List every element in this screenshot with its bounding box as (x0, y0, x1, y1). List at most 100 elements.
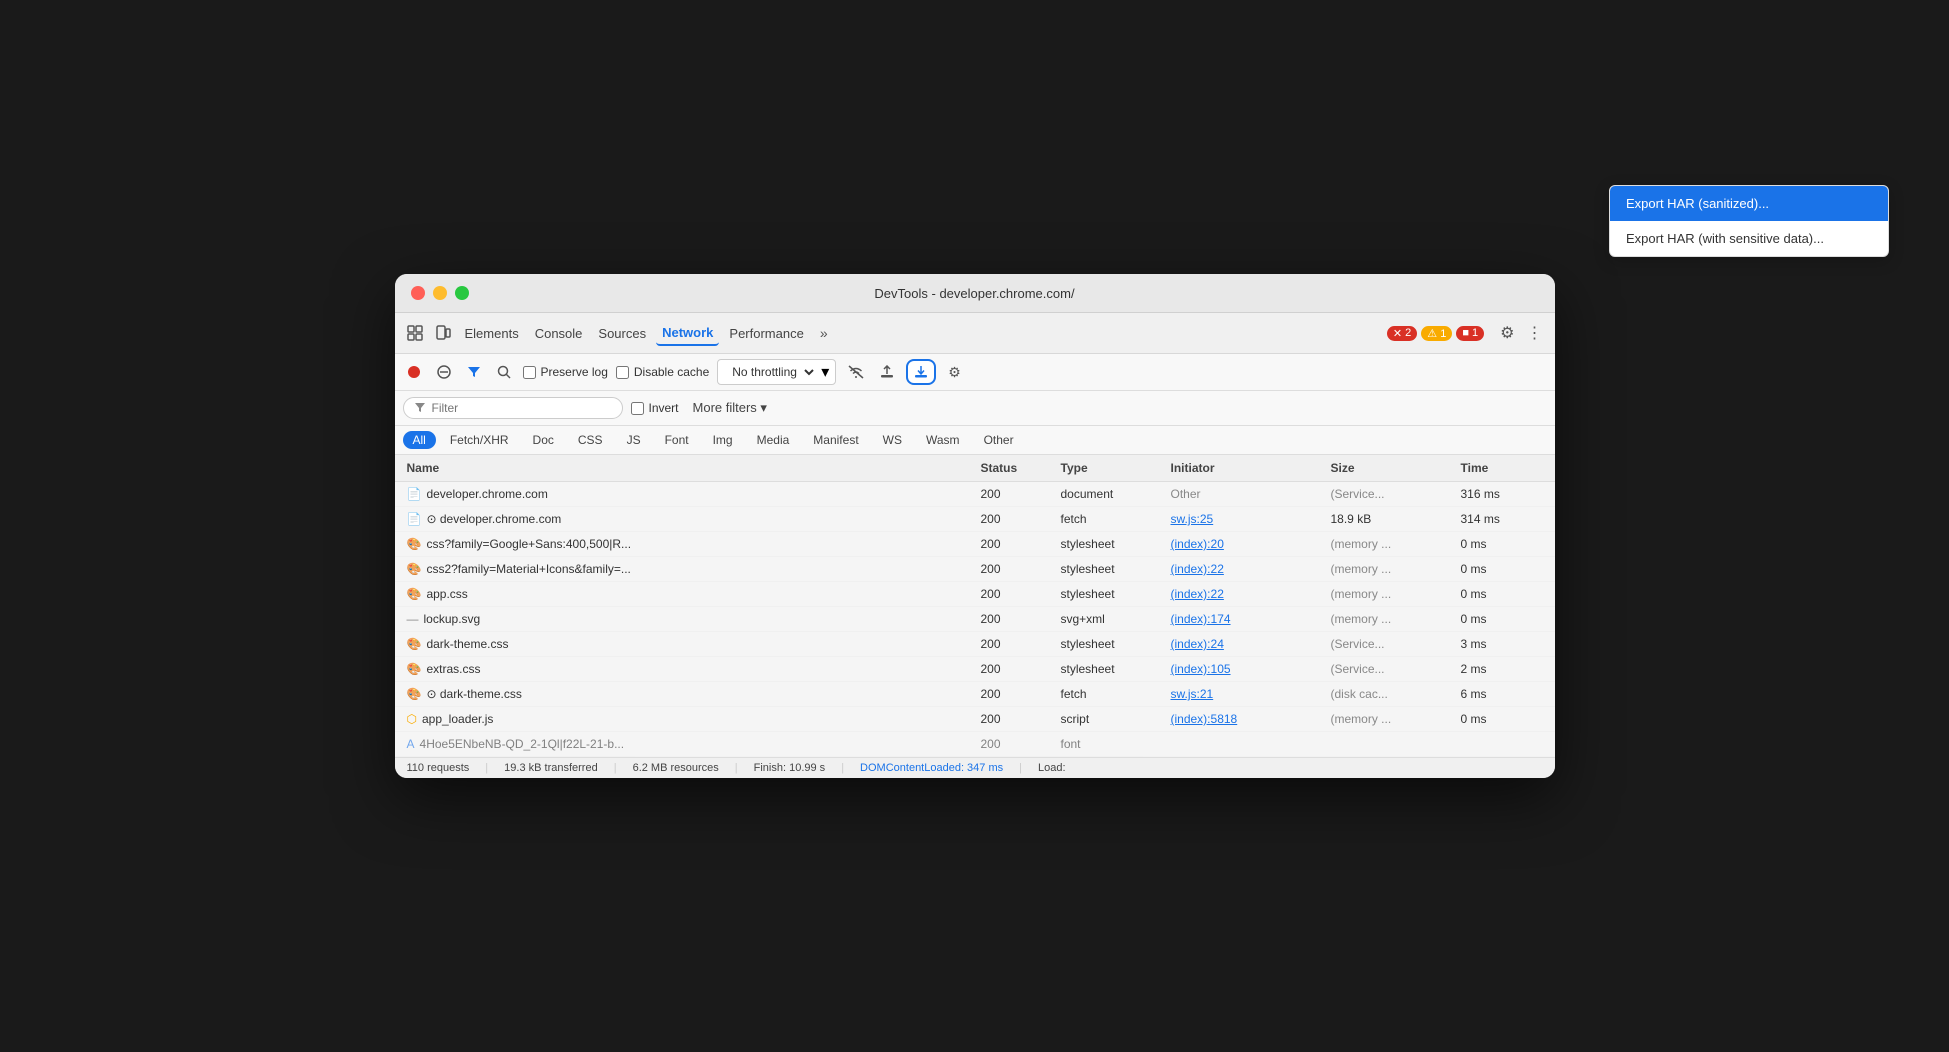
filter-icon (467, 365, 481, 379)
table-row[interactable]: A 4Hoe5ENbeNB-QD_2-1Ql|f22L-21-b... 200 … (395, 732, 1555, 757)
tab-console[interactable]: Console (529, 322, 589, 345)
sep1: | (485, 762, 488, 774)
invert-label[interactable]: Invert (631, 401, 679, 415)
filter-icon-btn[interactable] (463, 361, 485, 383)
cell-status: 200 (977, 660, 1057, 678)
more-options-btn[interactable]: ⋮ (1523, 319, 1547, 347)
cell-name: 🎨 css?family=Google+Sans:400,500|R... (403, 535, 977, 553)
pill-all[interactable]: All (403, 431, 436, 449)
warn-badge[interactable]: ⚠ 1 (1421, 326, 1452, 341)
header-size[interactable]: Size (1327, 459, 1457, 477)
table-row[interactable]: 🎨 css?family=Google+Sans:400,500|R... 20… (395, 532, 1555, 557)
cell-type: stylesheet (1057, 560, 1167, 578)
inspector-icon-btn[interactable] (403, 321, 427, 345)
tab-more[interactable]: » (814, 321, 834, 345)
invert-checkbox[interactable] (631, 402, 644, 415)
maximize-button[interactable] (455, 286, 469, 300)
cell-time: 0 ms (1457, 710, 1547, 728)
wifi-icon-btn[interactable] (844, 361, 868, 383)
pill-font[interactable]: Font (655, 431, 699, 449)
cell-size: (memory ... (1327, 560, 1457, 578)
close-button[interactable] (411, 286, 425, 300)
cell-status: 200 (977, 510, 1057, 528)
disable-cache-label[interactable]: Disable cache (616, 365, 709, 379)
tab-elements[interactable]: Elements (459, 322, 525, 345)
search-icon (497, 365, 511, 379)
filter-input[interactable] (432, 401, 592, 415)
table-row[interactable]: 🎨 ⊙ dark-theme.css 200 fetch sw.js:21 (d… (395, 682, 1555, 707)
sep2: | (614, 762, 617, 774)
cell-name: ⬡ app_loader.js (403, 710, 977, 728)
header-time[interactable]: Time (1457, 459, 1547, 477)
status-bar: 110 requests | 19.3 kB transferred | 6.2… (395, 757, 1555, 778)
table-row[interactable]: 📄 ⊙ developer.chrome.com 200 fetch sw.js… (395, 507, 1555, 532)
minimize-button[interactable] (433, 286, 447, 300)
header-type[interactable]: Type (1057, 459, 1167, 477)
tab-performance[interactable]: Performance (723, 322, 809, 345)
cell-initiator: (index):20 (1167, 535, 1327, 553)
badge-area: ✕ 2 ⚠ 1 ■ 1 (1387, 326, 1484, 341)
throttle-select[interactable]: No throttling (724, 362, 817, 382)
transferred-size: 19.3 kB transferred (504, 762, 598, 774)
pill-other[interactable]: Other (974, 431, 1024, 449)
cell-name: 🎨 app.css (403, 585, 977, 603)
more-filters-btn[interactable]: More filters ▾ (687, 396, 773, 420)
upload-icon-btn[interactable] (876, 361, 898, 383)
preserve-log-checkbox[interactable] (523, 366, 536, 379)
filter-input-wrapper (403, 397, 623, 419)
pill-manifest[interactable]: Manifest (803, 431, 868, 449)
error-badge[interactable]: ✕ 2 (1387, 326, 1417, 341)
tab-sources[interactable]: Sources (592, 322, 652, 345)
load-label: Load: (1038, 762, 1066, 774)
download-har-btn[interactable] (906, 359, 936, 385)
settings-icon-btn[interactable]: ⚙ (1496, 319, 1518, 347)
error-icon: ✕ (1393, 327, 1402, 340)
cell-initiator: sw.js:25 (1167, 510, 1327, 528)
traffic-lights (411, 286, 469, 300)
header-name[interactable]: Name (403, 459, 977, 477)
cell-status: 200 (977, 535, 1057, 553)
pill-fetch-xhr[interactable]: Fetch/XHR (440, 431, 519, 449)
tab-network[interactable]: Network (656, 321, 719, 346)
pill-media[interactable]: Media (747, 431, 800, 449)
pill-ws[interactable]: WS (873, 431, 912, 449)
disable-cache-checkbox[interactable] (616, 366, 629, 379)
table-row[interactable]: 🎨 extras.css 200 stylesheet (index):105 … (395, 657, 1555, 682)
table-row[interactable]: 🎨 dark-theme.css 200 stylesheet (index):… (395, 632, 1555, 657)
cell-initiator: (index):174 (1167, 610, 1327, 628)
resources-size: 6.2 MB resources (633, 762, 719, 774)
cell-status: 200 (977, 560, 1057, 578)
dom-loaded: DOMContentLoaded: 347 ms (860, 762, 1003, 774)
network-settings-btn[interactable]: ⚙ (944, 360, 965, 385)
table-row[interactable]: 🎨 app.css 200 stylesheet (index):22 (mem… (395, 582, 1555, 607)
info-badge[interactable]: ■ 1 (1456, 326, 1484, 341)
cell-size: (disk cac... (1327, 685, 1457, 703)
cell-time: 3 ms (1457, 635, 1547, 653)
pill-doc[interactable]: Doc (523, 431, 564, 449)
header-status[interactable]: Status (977, 459, 1057, 477)
throttle-wrapper: No throttling ▾ (717, 359, 836, 385)
cell-size (1327, 735, 1457, 753)
pill-js[interactable]: JS (617, 431, 651, 449)
pill-wasm[interactable]: Wasm (916, 431, 970, 449)
table-row[interactable]: ⬡ app_loader.js 200 script (index):5818 … (395, 707, 1555, 732)
throttle-arrow: ▾ (821, 362, 829, 382)
preserve-log-label[interactable]: Preserve log (523, 365, 608, 379)
cell-type: script (1057, 710, 1167, 728)
device-toolbar-btn[interactable] (431, 321, 455, 345)
cell-status: 200 (977, 635, 1057, 653)
pill-css[interactable]: CSS (568, 431, 613, 449)
cell-initiator: (index):22 (1167, 585, 1327, 603)
table-row[interactable]: — lockup.svg 200 svg+xml (index):174 (me… (395, 607, 1555, 632)
cell-initiator: (index):24 (1167, 635, 1327, 653)
js-icon: ⬡ (407, 712, 417, 726)
header-initiator[interactable]: Initiator (1167, 459, 1327, 477)
cell-name: 📄 developer.chrome.com (403, 485, 977, 503)
table-row[interactable]: 🎨 css2?family=Material+Icons&family=... … (395, 557, 1555, 582)
clear-btn[interactable] (433, 361, 455, 383)
table-row[interactable]: 📄 developer.chrome.com 200 document Othe… (395, 482, 1555, 507)
search-icon-btn[interactable] (493, 361, 515, 383)
record-btn[interactable] (403, 361, 425, 383)
cell-time: 314 ms (1457, 510, 1547, 528)
pill-img[interactable]: Img (703, 431, 743, 449)
